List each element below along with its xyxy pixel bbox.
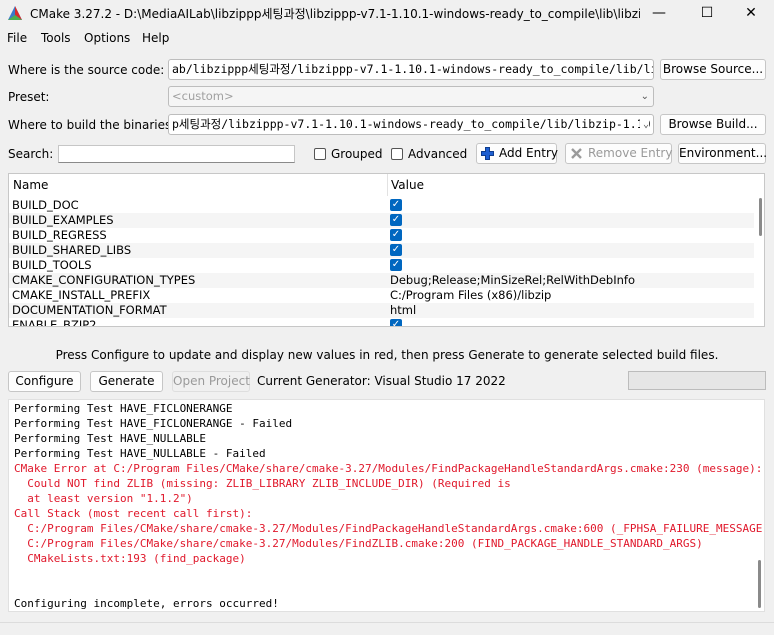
environment-button[interactable]: Environment...	[678, 143, 767, 164]
cache-entry-name: BUILD_EXAMPLES	[12, 213, 114, 227]
maximize-button[interactable]: ☐	[684, 0, 730, 26]
cache-entry-name: ENABLE_BZIP2	[12, 318, 97, 327]
menu-help[interactable]: Help	[142, 31, 169, 45]
table-row[interactable]: BUILD_TOOLS ✓	[9, 258, 754, 273]
column-header-name[interactable]: Name	[13, 178, 48, 192]
build-path-select[interactable]: p세팅과정/libzippp-v7.1-1.10.1-windows-ready…	[168, 114, 654, 135]
menu-bar: File Tools Options Help	[0, 28, 774, 48]
cache-table[interactable]: Name Value BUILD_DOC ✓ BUILD_EXAMPLES ✓ BUIL…	[8, 173, 765, 327]
log-line: Performing Test HAVE_NULLABLE	[14, 432, 207, 445]
cache-entry-name: BUILD_DOC	[12, 198, 79, 212]
table-row[interactable]: BUILD_DOC ✓	[9, 198, 754, 213]
log-error-line: at least version "1.1.2")	[14, 492, 193, 505]
log-error-line: C:/Program Files/CMake/share/cmake-3.27/…	[14, 537, 703, 550]
source-path-field[interactable]: ab/libzippp세팅과정/libzippp-v7.1-1.10.1-win…	[168, 59, 654, 80]
build-path-text: p세팅과정/libzippp-v7.1-1.10.1-windows-ready…	[172, 117, 654, 131]
x-icon	[571, 148, 582, 159]
value-checkbox[interactable]: ✓	[390, 244, 402, 256]
minimize-button[interactable]: —	[636, 0, 682, 26]
cache-entry-name: CMAKE_INSTALL_PREFIX	[12, 288, 151, 302]
plus-icon	[481, 147, 494, 160]
log-error-line: CMakeLists.txt:193 (find_package)	[14, 552, 246, 565]
value-checkbox[interactable]: ✓	[390, 229, 402, 241]
log-line: Performing Test HAVE_FICLONERANGE - Fail…	[14, 417, 293, 430]
value-checkbox[interactable]: ✓	[390, 259, 402, 271]
log-line: Performing Test HAVE_FICLONERANGE	[14, 402, 233, 415]
cache-entry-name: BUILD_REGRESS	[12, 228, 107, 242]
configure-hint: Press Configure to update and display ne…	[55, 348, 719, 362]
generate-button[interactable]: Generate	[90, 371, 163, 392]
chevron-down-icon: ⌄	[639, 115, 649, 134]
advanced-label: Advanced	[408, 147, 468, 161]
preset-label: Preset:	[8, 90, 50, 104]
table-row[interactable]: CMAKE_INSTALL_PREFIX C:/Program Files (x8…	[9, 288, 754, 303]
progress-bar	[628, 371, 766, 390]
current-generator: Current Generator: Visual Studio 17 2022	[257, 374, 506, 388]
value-checkbox[interactable]: ✓	[390, 214, 402, 226]
preset-select[interactable]: <custom> ⌄	[168, 86, 654, 107]
add-entry-label: Add Entry	[499, 146, 558, 160]
table-row[interactable]: BUILD_REGRESS ✓	[9, 228, 754, 243]
window-title: CMake 3.27.2 - D:\MediaAILab\libzippp세팅과…	[30, 7, 640, 21]
output-log[interactable]: Performing Test HAVE_FICLONERANGE Perform…	[8, 399, 765, 612]
remove-entry-label: Remove Entry	[588, 146, 673, 160]
close-button[interactable]: ✕	[728, 0, 774, 26]
table-row[interactable]: BUILD_SHARED_LIBS ✓	[9, 243, 754, 258]
value-checkbox[interactable]: ✓	[390, 199, 402, 211]
value-checkbox[interactable]: ✓	[390, 319, 402, 326]
log-line: Configuring incomplete, errors occurred!	[14, 597, 279, 610]
browse-build-button[interactable]: Browse Build...	[660, 114, 766, 135]
log-error-line: Call Stack (most recent call first):	[14, 507, 253, 520]
preset-value: <custom>	[172, 89, 234, 103]
add-entry-button[interactable]: Add Entry	[476, 143, 558, 164]
source-path-text: ab/libzippp세팅과정/libzippp-v7.1-1.10.1-win…	[172, 62, 653, 76]
menu-tools[interactable]: Tools	[41, 31, 71, 45]
table-row[interactable]: CMAKE_CONFIGURATION_TYPES Debug;Release;M…	[9, 273, 754, 288]
title-bar: CMake 3.27.2 - D:\MediaAILab\libzippp세팅과…	[0, 0, 774, 26]
log-error-line: C:/Program Files/CMake/share/cmake-3.27/…	[14, 522, 765, 535]
remove-entry-button[interactable]: Remove Entry	[565, 143, 672, 164]
cache-entry-value[interactable]: html	[390, 303, 416, 318]
configure-button[interactable]: Configure	[8, 371, 81, 392]
table-row[interactable]: ENABLE_BZIP2 ✓	[9, 318, 754, 327]
cache-entry-value[interactable]: C:/Program Files (x86)/libzip	[390, 288, 551, 303]
output-scrollbar[interactable]	[758, 560, 761, 608]
log-line: Performing Test HAVE_NULLABLE - Failed	[14, 447, 266, 460]
table-row[interactable]: DOCUMENTATION_FORMAT html	[9, 303, 754, 318]
cache-entry-name: CMAKE_CONFIGURATION_TYPES	[12, 273, 196, 287]
cache-entry-name: DOCUMENTATION_FORMAT	[12, 303, 167, 317]
cmake-logo-icon	[8, 6, 22, 20]
column-divider	[387, 174, 388, 196]
cache-entry-name: BUILD_SHARED_LIBS	[12, 243, 132, 257]
chevron-down-icon: ⌄	[637, 87, 649, 106]
search-label: Search:	[8, 147, 54, 161]
menu-options[interactable]: Options	[84, 31, 130, 45]
log-error-line: Could NOT find ZLIB (missing: ZLIB_LIBRA…	[14, 477, 511, 490]
table-row[interactable]: BUILD_EXAMPLES ✓	[9, 213, 754, 228]
open-project-button[interactable]: Open Project	[172, 371, 250, 392]
log-error-line: CMake Error at C:/Program Files/CMake/sh…	[14, 462, 763, 475]
cache-entry-value[interactable]: Debug;Release;MinSizeRel;RelWithDebInfo	[390, 273, 635, 288]
search-input[interactable]	[58, 145, 295, 163]
grouped-label: Grouped	[331, 147, 383, 161]
advanced-checkbox[interactable]	[391, 148, 403, 160]
table-scrollbar[interactable]	[759, 198, 762, 322]
table-scrollbar-thumb[interactable]	[759, 198, 762, 236]
menu-file[interactable]: File	[7, 31, 27, 45]
build-label: Where to build the binaries:	[8, 118, 176, 132]
status-bar	[0, 622, 774, 635]
column-header-value[interactable]: Value	[391, 178, 424, 192]
cache-entry-name: BUILD_TOOLS	[12, 258, 92, 272]
source-label: Where is the source code:	[8, 63, 165, 77]
browse-source-button[interactable]: Browse Source...	[660, 59, 766, 80]
grouped-checkbox[interactable]	[314, 148, 326, 160]
